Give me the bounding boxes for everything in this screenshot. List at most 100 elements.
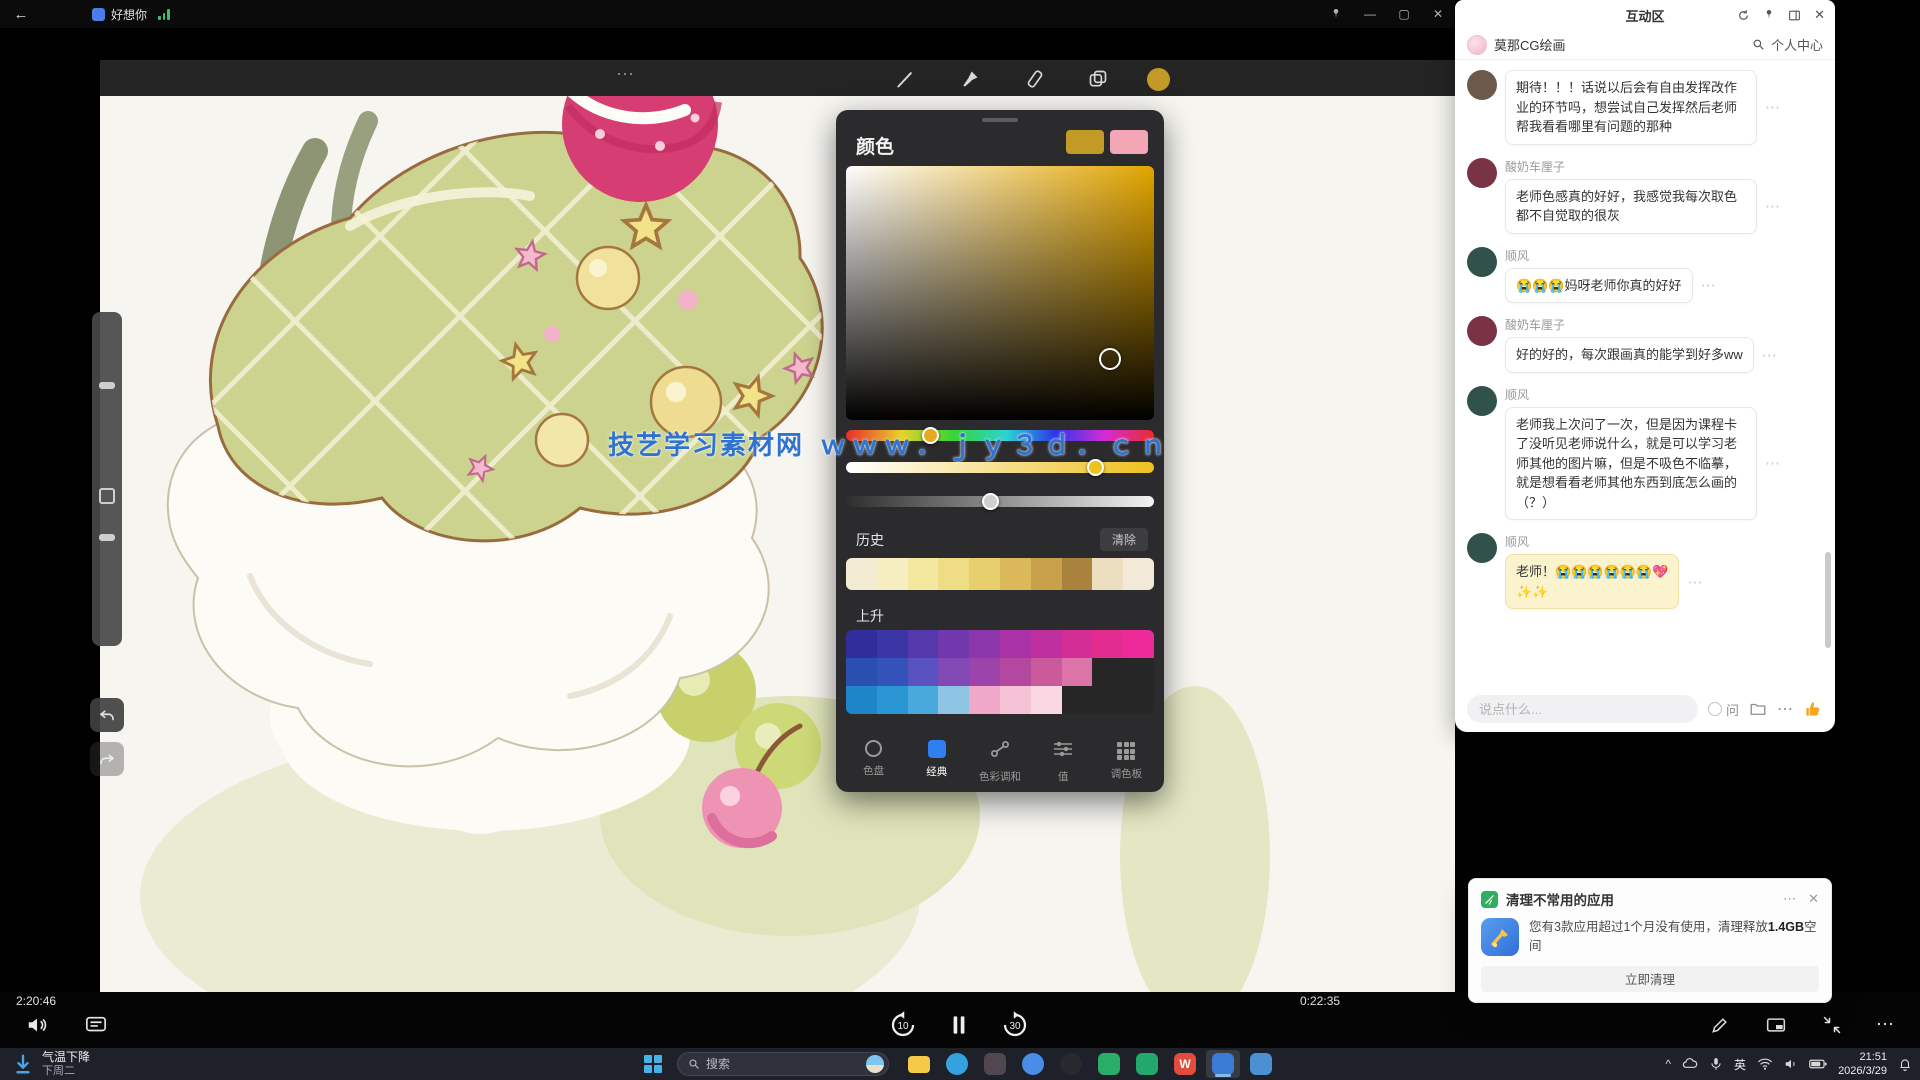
palette-cell[interactable]	[846, 658, 877, 686]
user-avatar[interactable]	[1467, 316, 1497, 346]
layout-icon[interactable]	[1788, 9, 1801, 22]
eraser-icon[interactable]	[1023, 67, 1047, 91]
brightness-slider[interactable]	[846, 496, 1154, 507]
user-avatar[interactable]	[1467, 70, 1497, 100]
user-avatar[interactable]	[1467, 247, 1497, 277]
more-icon[interactable]: ⋯	[616, 64, 637, 85]
palette-cell[interactable]	[1031, 658, 1062, 686]
message-more-icon[interactable]: ⋯	[1765, 197, 1781, 215]
taskbar-search[interactable]	[677, 1052, 889, 1076]
palette-cell[interactable]	[877, 686, 908, 714]
palette-cell[interactable]	[846, 686, 877, 714]
channel-avatar[interactable]	[1467, 35, 1487, 55]
tab-classic[interactable]: 经典	[905, 736, 968, 784]
primary-color-swatch[interactable]	[1066, 130, 1104, 154]
start-button[interactable]	[636, 1050, 670, 1078]
pin-icon[interactable]	[1319, 0, 1353, 28]
user-avatar[interactable]	[1467, 386, 1497, 416]
wifi-icon[interactable]	[1757, 1057, 1773, 1071]
window-tab[interactable]: 好想你	[92, 6, 170, 23]
exit-fullscreen-icon[interactable]	[1822, 1015, 1842, 1035]
saturation-slider-knob[interactable]	[1087, 459, 1104, 476]
palette-cell[interactable]	[877, 630, 908, 658]
palette-cell[interactable]	[969, 630, 1000, 658]
rewind-10-button[interactable]: 10	[888, 1010, 918, 1040]
history-swatch[interactable]	[938, 558, 969, 590]
tray-overflow-icon[interactable]: ^	[1665, 1057, 1671, 1071]
message-more-icon[interactable]: ⋯	[1765, 98, 1781, 116]
redo-button[interactable]	[90, 742, 124, 776]
taskbar-app-browser[interactable]	[1016, 1050, 1050, 1078]
palette-cell[interactable]	[969, 658, 1000, 686]
brush-icon[interactable]	[893, 67, 917, 91]
ask-toggle[interactable]: 问	[1708, 700, 1739, 719]
history-swatch[interactable]	[969, 558, 1000, 590]
video-area[interactable]: ⋯	[0, 28, 1455, 992]
palette-cell[interactable]	[1000, 658, 1031, 686]
history-swatch[interactable]	[1123, 558, 1154, 590]
canvas[interactable]	[100, 96, 1455, 992]
history-swatch[interactable]	[1031, 558, 1062, 590]
history-swatch[interactable]	[846, 558, 877, 590]
palette-cell[interactable]	[1000, 686, 1031, 714]
clear-history-button[interactable]: 清除	[1100, 528, 1148, 551]
taskbar-app-wps[interactable]: W	[1168, 1050, 1202, 1078]
history-swatch[interactable]	[877, 558, 908, 590]
message-more-icon[interactable]: ⋯	[1687, 573, 1703, 591]
danmaku-toggle-icon[interactable]	[84, 1014, 108, 1036]
back-button[interactable]: ←	[0, 6, 42, 23]
palette-cell[interactable]	[938, 630, 969, 658]
palette-cell[interactable]	[1031, 686, 1062, 714]
personal-center-link[interactable]: 个人中心	[1771, 35, 1823, 54]
user-avatar[interactable]	[1467, 158, 1497, 188]
palette-cell[interactable]	[877, 658, 908, 686]
mic-icon[interactable]	[1709, 1057, 1723, 1071]
pin-panel-icon[interactable]	[1763, 9, 1775, 21]
smudge-icon[interactable]	[958, 67, 982, 91]
folder-icon[interactable]	[1749, 700, 1767, 718]
history-swatch[interactable]	[1062, 558, 1093, 590]
tab-harmony[interactable]: 色彩调和	[968, 736, 1031, 784]
message-more-icon[interactable]: ⋯	[1701, 276, 1717, 294]
brush-size-slider[interactable]	[99, 382, 115, 389]
message-more-icon[interactable]: ⋯	[1765, 454, 1781, 472]
palette-cell[interactable]	[1092, 686, 1123, 714]
taskbar-search-input[interactable]	[706, 1057, 860, 1071]
notification-close-icon[interactable]: ✕	[1808, 891, 1819, 907]
palette-cell[interactable]	[1123, 630, 1154, 658]
taskbar-app-file-explorer[interactable]	[902, 1050, 936, 1078]
message-more-icon[interactable]: ⋯	[1762, 346, 1778, 364]
chat-more-icon[interactable]: ⋯	[1777, 699, 1793, 719]
opacity-slider[interactable]	[99, 534, 115, 541]
close-button[interactable]: ✕	[1421, 0, 1455, 28]
minimize-button[interactable]: —	[1353, 0, 1387, 28]
pip-icon[interactable]	[1764, 1015, 1788, 1035]
palette-cell[interactable]	[908, 686, 939, 714]
notification-bell-icon[interactable]	[1898, 1057, 1912, 1071]
picker-cursor[interactable]	[1099, 348, 1121, 370]
palette-cell[interactable]	[908, 630, 939, 658]
player-more-icon[interactable]: ⋯	[1876, 1014, 1894, 1035]
palette-cell[interactable]	[1123, 686, 1154, 714]
palette-cell[interactable]	[908, 658, 939, 686]
user-avatar[interactable]	[1467, 533, 1497, 563]
hue-slider[interactable]	[846, 430, 1154, 441]
palette-cell[interactable]	[1092, 630, 1123, 658]
taskbar-clock[interactable]: 21:51 2026/3/29	[1838, 1050, 1887, 1079]
palette-cell[interactable]	[938, 658, 969, 686]
taskbar-app-wechat[interactable]	[1092, 1050, 1126, 1078]
clean-now-button[interactable]: 立即清理	[1481, 966, 1819, 992]
like-icon[interactable]	[1803, 699, 1823, 719]
taskbar-app-media-app[interactable]	[978, 1050, 1012, 1078]
taskbar-app-qq[interactable]	[1054, 1050, 1088, 1078]
layers-icon[interactable]	[1086, 67, 1110, 91]
tab-disc[interactable]: 色盘	[842, 736, 905, 784]
ime-indicator[interactable]: 英	[1734, 1056, 1746, 1073]
palette-cell[interactable]	[1062, 658, 1093, 686]
notification-more-icon[interactable]: ⋯	[1783, 891, 1796, 907]
search-icon[interactable]	[1752, 38, 1765, 51]
modify-button[interactable]	[99, 488, 115, 504]
chat-scrollbar[interactable]	[1825, 552, 1831, 648]
history-swatch[interactable]	[1092, 558, 1123, 590]
taskbar-app-live-class-app[interactable]	[1206, 1050, 1240, 1078]
